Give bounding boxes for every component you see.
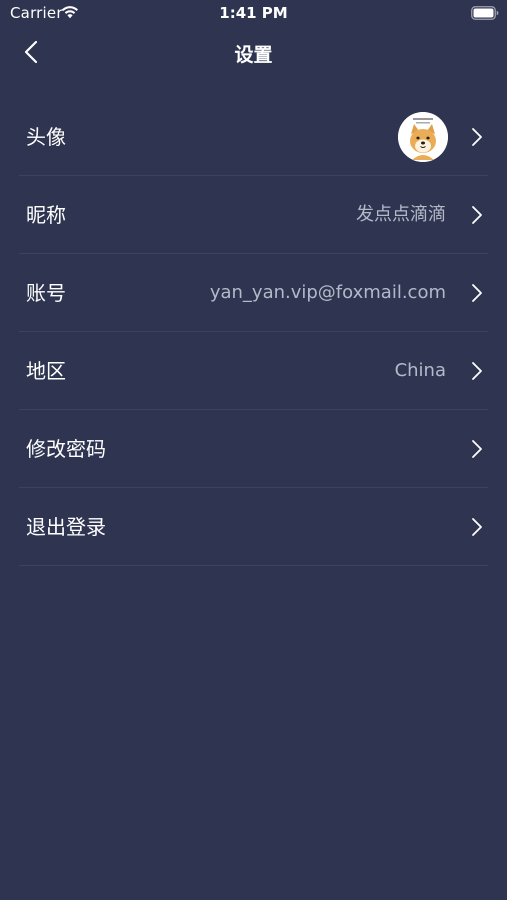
settings-row-change-password[interactable]: 修改密码 — [0, 410, 507, 488]
chevron-right-icon — [472, 284, 482, 302]
row-value: 发点点滴滴 — [356, 204, 446, 225]
settings-screen: Carrier 1:41 PM 设置 头像 昵称 发点点滴滴 账号 yan_ya… — [0, 0, 507, 900]
row-label: 昵称 — [26, 203, 66, 227]
chevron-right-icon — [472, 128, 482, 146]
row-label: 账号 — [26, 281, 66, 305]
settings-list: 头像 昵称 发点点滴滴 账号 yan_yan.vip@foxmail.com 地… — [0, 98, 507, 566]
row-value: China — [394, 360, 446, 381]
status-time: 1:41 PM — [219, 4, 288, 22]
doge-avatar-image — [398, 112, 448, 162]
row-divider — [19, 565, 488, 566]
row-label: 修改密码 — [26, 437, 106, 461]
chevron-right-icon — [472, 362, 482, 380]
page-title: 设置 — [234, 44, 273, 66]
settings-row-nickname[interactable]: 昵称 发点点滴滴 — [0, 176, 507, 254]
settings-row-account[interactable]: 账号 yan_yan.vip@foxmail.com — [0, 254, 507, 332]
chevron-right-icon — [472, 440, 482, 458]
navigation-bar: 设置 — [0, 28, 507, 78]
row-label: 头像 — [26, 125, 66, 149]
settings-row-logout[interactable]: 退出登录 — [0, 488, 507, 566]
chevron-right-icon — [472, 206, 482, 224]
settings-row-avatar[interactable]: 头像 — [0, 98, 507, 176]
status-bar: Carrier 1:41 PM — [0, 0, 507, 28]
row-label: 地区 — [26, 359, 66, 383]
row-value: yan_yan.vip@foxmail.com — [209, 282, 446, 303]
row-label: 退出登录 — [26, 515, 106, 539]
avatar — [398, 112, 448, 162]
chevron-right-icon — [472, 518, 482, 536]
settings-row-region[interactable]: 地区 China — [0, 332, 507, 410]
battery-icon — [471, 6, 499, 20]
